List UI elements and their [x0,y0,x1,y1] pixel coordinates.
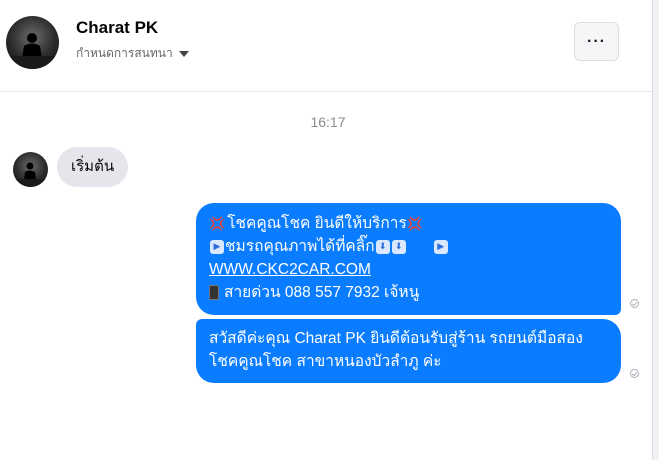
incoming-message-bubble[interactable]: เริ่มต้น [57,147,129,187]
down-arrow-icon: ⬇ [391,239,406,254]
conversation-settings-label: กำหนดการสนทนา [76,46,173,60]
contact-name[interactable]: Charat PK [76,18,158,38]
outgoing-message-bubble[interactable]: 💢 โชคคูณโชค ยินดีให้บริการ 💢 ▶ ชมรถคุณภา… [196,203,621,315]
message-text: ชมรถคุณภาพได้ที่คลิ๊ก [225,238,375,255]
message-line: โชคคูณโชค สาขาหนองบัวลำภู ค่ะ [209,353,442,370]
scrollbar-track[interactable] [652,0,659,460]
more-options-button[interactable]: ··· [574,22,619,61]
message-line: ▶ ชมรถคุณภาพได้ที่คลิ๊ก ⬇ ⬇ ▶ [209,235,609,258]
message-text: โชคคูณโชค ยินดีให้บริการ [227,215,407,232]
caret-down-icon [178,51,189,57]
sent-check-icon [630,299,639,308]
avatar-silhouette-icon [6,33,59,69]
contact-avatar[interactable] [6,16,59,69]
play-button-icon: ▶ [433,239,448,254]
mobile-phone-icon [209,285,219,300]
play-button-icon: ▶ [210,239,224,254]
sender-avatar[interactable] [13,152,48,187]
conversation-settings-dropdown[interactable]: กำหนดการสนทนา [76,44,189,63]
message-timestamp: 16:17 [310,114,346,130]
message-line: สวัสดีค่ะคุณ Charat PK ยินดีต้อนรับสู่ร้… [209,330,583,347]
down-arrow-icon: ⬇ [375,239,390,254]
anger-symbol-icon: 💢 [406,216,423,231]
sent-check-icon [630,369,639,378]
message-line: WWW.CKC2CAR.COM [209,258,609,281]
message-text: สายด่วน 088 557 7932 เจ้หนู [224,284,420,301]
anger-symbol-icon: 💢 [209,216,226,231]
message-line: สายด่วน 088 557 7932 เจ้หนู [209,281,609,304]
conversation-header: Charat PK กำหนดการสนทนา ··· [0,0,652,92]
avatar-silhouette-icon [13,162,48,187]
website-link[interactable]: WWW.CKC2CAR.COM [209,258,371,281]
message-line: 💢 โชคคูณโชค ยินดีให้บริการ 💢 [209,212,609,235]
outgoing-message-bubble[interactable]: สวัสดีค่ะคุณ Charat PK ยินดีต้อนรับสู่ร้… [196,319,621,383]
